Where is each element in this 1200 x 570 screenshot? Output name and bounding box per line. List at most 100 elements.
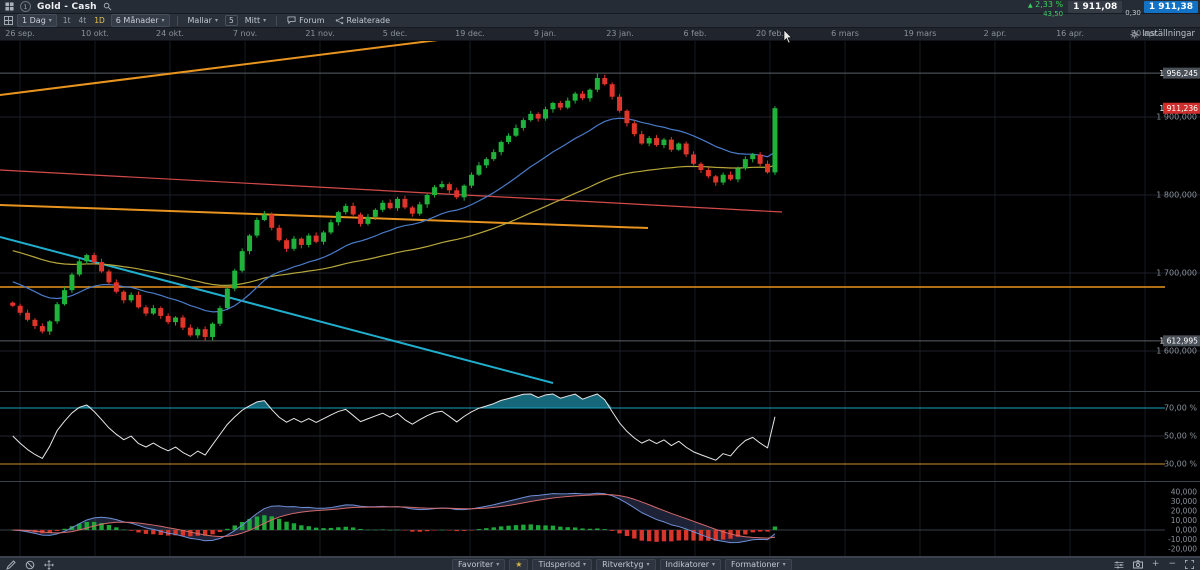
date-label: 9 jan. bbox=[533, 29, 557, 38]
quick-period-4t[interactable]: 4t bbox=[77, 16, 89, 25]
date-label: 16 apr. bbox=[1056, 29, 1084, 38]
bottom-toolbar: Favoriter ▾ ★ Tidsperiod ▾ Ritverktyg ▾ Ind… bbox=[0, 557, 1200, 570]
trendline-rising-orange[interactable] bbox=[0, 40, 486, 96]
change-points: 43,50 bbox=[1043, 10, 1064, 18]
macd-ribbon-fill bbox=[12, 493, 775, 543]
caret-down-icon: ▾ bbox=[583, 561, 587, 568]
templates-dropdown[interactable]: Mallar ▾ bbox=[185, 15, 221, 26]
price-chart-svg[interactable]: 1 900,000 1 800,000 1 700,000 1 600,000 70,0… bbox=[0, 40, 1200, 557]
pencil-icon[interactable] bbox=[6, 559, 16, 570]
ma-yellow bbox=[12, 164, 776, 286]
caret-down-icon: ▾ bbox=[48, 17, 52, 24]
trading-app: 1 Gold - Cash ▲ 2,33 % 43,50 1 911,08 0,… bbox=[0, 0, 1200, 570]
range-dropdown[interactable]: 6 Månader ▾ bbox=[110, 14, 170, 27]
rsi-overbought-fill bbox=[12, 394, 775, 408]
period-low-badge: 1 612,995 bbox=[1159, 335, 1200, 347]
drawing-tools bbox=[0, 559, 54, 570]
quick-period-1d[interactable]: 1D bbox=[92, 16, 107, 25]
chart-toolbar: 1 Dag ▾ 1t 4t 1D 6 Månader ▾ Mallar ▾ 5 Mit… bbox=[0, 14, 1200, 28]
svg-text:20,000: 20,000 bbox=[1171, 507, 1197, 516]
pan-move-icon[interactable] bbox=[44, 559, 54, 570]
date-label: 23 jan. bbox=[606, 29, 634, 38]
svg-text:1 612,995: 1 612,995 bbox=[1159, 337, 1198, 346]
timeframe-dropdown[interactable]: 1 Dag ▾ bbox=[17, 14, 57, 27]
my-templates-dropdown[interactable]: Mitt ▾ bbox=[242, 15, 269, 26]
change-percent: ▲ 2,33 % bbox=[1027, 0, 1064, 9]
date-label: 7 nov. bbox=[232, 29, 258, 38]
fullscreen-icon[interactable] bbox=[1185, 560, 1194, 569]
caret-down-icon: ▾ bbox=[496, 561, 500, 568]
sliders-icon[interactable] bbox=[1114, 560, 1124, 570]
speech-bubble-icon bbox=[287, 16, 296, 25]
spread-value: 0,30 bbox=[1125, 9, 1141, 17]
gear-icon bbox=[1130, 29, 1139, 39]
svg-text:-10,000: -10,000 bbox=[1168, 535, 1197, 544]
svg-text:0,000: 0,000 bbox=[1176, 526, 1198, 535]
menu-grid-icon[interactable] bbox=[5, 2, 14, 11]
svg-text:1 911,236: 1 911,236 bbox=[1159, 104, 1198, 113]
topbar: 1 Gold - Cash bbox=[0, 0, 1200, 14]
svg-text:40,000: 40,000 bbox=[1171, 488, 1197, 497]
date-label: 20 feb. bbox=[755, 29, 785, 38]
chart-view-controls: + − bbox=[1114, 560, 1194, 570]
svg-text:1 956,245: 1 956,245 bbox=[1159, 69, 1198, 78]
date-label: 10 okt. bbox=[81, 29, 109, 38]
svg-text:1 600,000: 1 600,000 bbox=[1156, 347, 1197, 356]
svg-text:70,00 %: 70,00 % bbox=[1164, 404, 1197, 413]
settings-button[interactable]: Inställningar bbox=[1130, 29, 1195, 39]
template-count-badge[interactable]: 5 bbox=[224, 15, 238, 26]
layout-grid-icon[interactable] bbox=[4, 16, 13, 25]
formations-button[interactable]: Formationer ▾ bbox=[725, 558, 792, 570]
eraser-icon[interactable] bbox=[25, 560, 35, 570]
chart-number-badge: 1 bbox=[20, 1, 31, 12]
svg-text:30,000: 30,000 bbox=[1171, 497, 1197, 506]
period-high-badge: 1 956,245 bbox=[1159, 67, 1200, 79]
svg-text:-20,000: -20,000 bbox=[1168, 545, 1197, 554]
zoom-out-button[interactable]: − bbox=[1168, 560, 1176, 569]
candles-layer bbox=[10, 73, 778, 341]
quick-period-1t[interactable]: 1t bbox=[61, 16, 73, 25]
sell-price-button[interactable]: 1 911,08 bbox=[1068, 1, 1123, 13]
daily-change: ▲ 2,33 % 43,50 bbox=[1028, 1, 1063, 18]
zoom-in-button[interactable]: + bbox=[1152, 560, 1160, 569]
favorites-button[interactable]: Favoriter ▾ bbox=[452, 558, 506, 570]
caret-down-icon: ▾ bbox=[263, 17, 267, 24]
date-label: 21 nov. bbox=[305, 29, 335, 38]
camera-icon[interactable] bbox=[1132, 560, 1143, 569]
search-icon[interactable] bbox=[103, 2, 112, 11]
caret-down-icon: ▾ bbox=[712, 561, 716, 568]
svg-text:50,00 %: 50,00 % bbox=[1164, 432, 1197, 441]
caret-down-icon: ▾ bbox=[646, 561, 650, 568]
drawing-tools-button[interactable]: Ritverktyg ▾ bbox=[596, 558, 656, 570]
divider bbox=[276, 15, 278, 26]
forum-button[interactable]: Forum bbox=[284, 15, 327, 26]
star-icon: ★ bbox=[515, 560, 523, 569]
related-links-icon bbox=[335, 16, 343, 25]
date-label: 6 mars bbox=[831, 29, 859, 38]
caret-down-icon: ▾ bbox=[161, 17, 165, 24]
indicators-button[interactable]: Indikatorer ▾ bbox=[659, 558, 722, 570]
favorite-star-button[interactable]: ★ bbox=[509, 558, 529, 570]
current-price-badge: 1 911,236 bbox=[1159, 102, 1200, 114]
svg-text:1 700,000: 1 700,000 bbox=[1156, 269, 1197, 278]
svg-text:30,00 %: 30,00 % bbox=[1164, 460, 1197, 469]
price-block: ▲ 2,33 % 43,50 1 911,08 0,30 1 911,38 bbox=[1028, 1, 1198, 18]
buy-price-button[interactable]: 1 911,38 bbox=[1143, 1, 1198, 13]
date-label: 5 dec. bbox=[382, 29, 408, 38]
date-label: 26 sep. bbox=[5, 29, 35, 38]
date-label: 6 feb. bbox=[683, 29, 707, 38]
rsi-line bbox=[12, 393, 776, 461]
svg-text:1 800,000: 1 800,000 bbox=[1156, 191, 1197, 200]
chart-menu-buttons: Favoriter ▾ ★ Tidsperiod ▾ Ritverktyg ▾ Ind… bbox=[452, 558, 792, 570]
date-label: 19 mars bbox=[903, 29, 937, 38]
instrument-title: Gold - Cash bbox=[37, 1, 97, 12]
related-button[interactable]: Relaterade bbox=[332, 15, 394, 26]
timeperiod-button[interactable]: Tidsperiod ▾ bbox=[532, 558, 593, 570]
date-axis[interactable]: 26 sep. 10 okt. 24 okt. 7 nov. 21 nov. 5 dec.… bbox=[0, 28, 1200, 41]
date-label: 2 apr. bbox=[983, 29, 1007, 38]
chart-canvas[interactable]: 1 900,000 1 800,000 1 700,000 1 600,000 70,0… bbox=[0, 40, 1200, 557]
trendline-falling-orange[interactable] bbox=[0, 204, 649, 229]
svg-text:10,000: 10,000 bbox=[1171, 516, 1197, 525]
date-label: 24 okt. bbox=[156, 29, 184, 38]
caret-down-icon: ▾ bbox=[782, 561, 786, 568]
